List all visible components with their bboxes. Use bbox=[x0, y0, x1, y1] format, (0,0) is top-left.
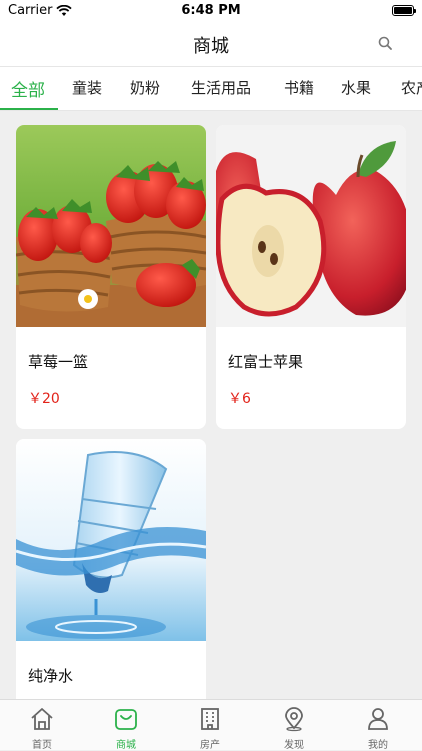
tab-books[interactable]: 书籍 bbox=[284, 77, 314, 98]
tabbar-label: 商城 bbox=[116, 740, 136, 751]
page-title: 商城 bbox=[193, 36, 229, 57]
tab-farm-products[interactable]: 农产 bbox=[401, 77, 422, 98]
tabbar-profile[interactable]: 我的 bbox=[336, 700, 420, 751]
tab-all[interactable]: 全部 bbox=[11, 76, 45, 101]
product-image-strawberry bbox=[16, 125, 206, 327]
product-price: ￥6 bbox=[228, 391, 251, 407]
product-image-water bbox=[16, 439, 206, 641]
tab-fruit[interactable]: 水果 bbox=[341, 77, 371, 98]
tabbar-mall[interactable]: 商城 bbox=[84, 700, 168, 751]
tabbar-property[interactable]: 房产 bbox=[168, 700, 252, 751]
tabbar-home[interactable]: 首页 bbox=[0, 700, 84, 751]
home-icon bbox=[31, 708, 53, 730]
product-grid: 草莓一篮 ￥20 红富士苹果 ￥6 纯净水 bbox=[0, 111, 422, 699]
tab-milk-powder[interactable]: 奶粉 bbox=[130, 77, 160, 98]
product-price: ￥20 bbox=[28, 391, 60, 407]
status-bar: Carrier 6:48 PM bbox=[0, 0, 422, 22]
product-card-strawberry[interactable]: 草莓一篮 ￥20 bbox=[16, 125, 206, 429]
product-name: 红富士苹果 bbox=[228, 353, 304, 371]
product-image-apple bbox=[216, 125, 406, 327]
navigation-bar: 商城 bbox=[0, 22, 422, 66]
tabbar-discover[interactable]: 发现 bbox=[252, 700, 336, 751]
location-pin-icon bbox=[285, 707, 303, 732]
tabbar-label: 发现 bbox=[284, 740, 304, 751]
product-card-water[interactable]: 纯净水 bbox=[16, 439, 206, 699]
bottom-tab-bar: 首页 商城 房产 发现 我的 bbox=[0, 699, 422, 751]
tabbar-label: 房产 bbox=[200, 740, 220, 751]
battery-icon bbox=[392, 5, 416, 16]
building-icon bbox=[201, 708, 219, 730]
tab-kids-clothing[interactable]: 童装 bbox=[72, 77, 102, 98]
tabbar-label: 我的 bbox=[368, 740, 388, 751]
tabbar-label: 首页 bbox=[32, 740, 52, 751]
product-name: 草莓一篮 bbox=[28, 353, 89, 371]
search-icon[interactable] bbox=[378, 36, 392, 50]
shopping-bag-icon bbox=[115, 709, 137, 730]
product-card-apple[interactable]: 红富士苹果 ￥6 bbox=[216, 125, 406, 429]
product-name: 纯净水 bbox=[28, 667, 74, 685]
user-icon bbox=[368, 708, 388, 730]
tab-daily-goods[interactable]: 生活用品 bbox=[191, 77, 251, 98]
category-tabs: 全部 童装 奶粉 生活用品 书籍 水果 农产 bbox=[0, 66, 422, 111]
clock: 6:48 PM bbox=[181, 3, 241, 18]
